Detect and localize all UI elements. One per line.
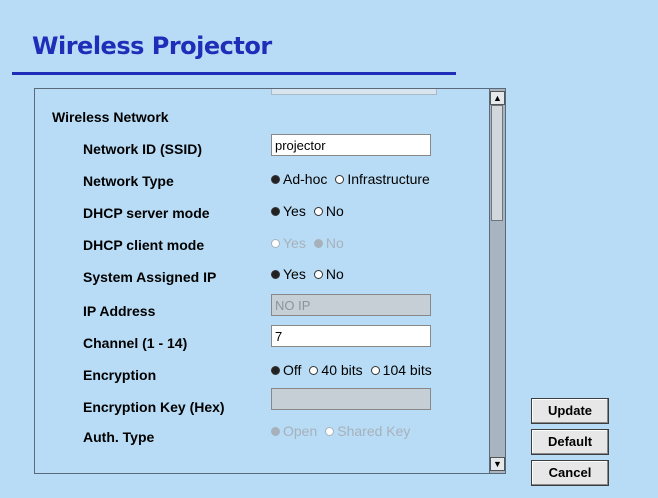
radio-unchecked-icon bbox=[309, 365, 319, 375]
default-button[interactable]: Default bbox=[531, 429, 609, 455]
network-type-adhoc-radio[interactable]: Ad-hoc bbox=[271, 171, 327, 187]
radio-unchecked-icon bbox=[313, 269, 323, 279]
system-ip-yes-radio[interactable]: Yes bbox=[271, 266, 306, 282]
radio-checked-icon bbox=[271, 426, 280, 436]
title-underline bbox=[12, 72, 456, 75]
update-button[interactable]: Update bbox=[531, 398, 609, 424]
ip-address-label: IP Address bbox=[83, 303, 156, 319]
radio-checked-icon bbox=[313, 238, 323, 248]
arrow-up-icon[interactable]: ▲ bbox=[490, 91, 505, 105]
radio-unchecked-icon bbox=[325, 426, 335, 436]
radio-checked-icon bbox=[271, 269, 280, 279]
section-heading: Wireless Network bbox=[52, 109, 169, 125]
radio-unchecked-icon bbox=[313, 206, 323, 216]
encryption-off-radio[interactable]: Off bbox=[271, 362, 301, 378]
page-title: Wireless Projector bbox=[32, 32, 272, 60]
radio-checked-icon bbox=[271, 365, 280, 375]
dhcp-client-label: DHCP client mode bbox=[83, 237, 205, 253]
encryption-104bits-radio[interactable]: 104 bits bbox=[370, 362, 432, 378]
system-ip-no-radio[interactable]: No bbox=[313, 266, 344, 282]
vertical-scrollbar[interactable]: ▲ ▼ bbox=[489, 89, 505, 473]
ssid-input[interactable] bbox=[271, 134, 431, 156]
channel-label: Channel (1 - 14) bbox=[83, 335, 188, 351]
encryption-key-input bbox=[271, 388, 431, 410]
encryption-label: Encryption bbox=[83, 367, 157, 383]
auth-type-radio-group: Open Shared Key bbox=[271, 423, 410, 439]
encryption-key-label: Encryption Key (Hex) bbox=[83, 399, 225, 415]
radio-unchecked-icon bbox=[271, 238, 280, 248]
auth-type-label: Auth. Type bbox=[83, 429, 155, 445]
dhcp-server-no-radio[interactable]: No bbox=[313, 203, 344, 219]
settings-panel: Wireless Network Network ID (SSID) Netwo… bbox=[34, 88, 506, 474]
network-type-infrastructure-radio[interactable]: Infrastructure bbox=[335, 171, 430, 187]
channel-input[interactable] bbox=[271, 325, 431, 347]
dhcp-client-radio-group: Yes No bbox=[271, 235, 344, 251]
ip-address-input bbox=[271, 294, 431, 316]
radio-checked-icon bbox=[271, 174, 280, 184]
dhcp-server-label: DHCP server mode bbox=[83, 205, 210, 221]
dhcp-client-yes-radio: Yes bbox=[271, 235, 306, 251]
radio-unchecked-icon bbox=[335, 174, 345, 184]
network-type-label: Network Type bbox=[83, 173, 174, 189]
dhcp-server-yes-radio[interactable]: Yes bbox=[271, 203, 306, 219]
scrollbar-thumb[interactable] bbox=[491, 105, 503, 221]
dhcp-server-radio-group: Yes No bbox=[271, 203, 344, 219]
auth-type-shared-key-radio: Shared Key bbox=[325, 423, 410, 439]
network-type-radio-group: Ad-hoc Infrastructure bbox=[271, 171, 430, 187]
radio-checked-icon bbox=[271, 206, 280, 216]
radio-unchecked-icon bbox=[370, 365, 380, 375]
system-ip-label: System Assigned IP bbox=[83, 269, 217, 285]
scrolled-field-edge bbox=[271, 89, 437, 95]
auth-type-open-radio: Open bbox=[271, 423, 317, 439]
cancel-button[interactable]: Cancel bbox=[531, 460, 609, 486]
arrow-down-icon[interactable]: ▼ bbox=[490, 457, 505, 471]
encryption-40bits-radio[interactable]: 40 bits bbox=[309, 362, 363, 378]
ssid-label: Network ID (SSID) bbox=[83, 141, 203, 157]
dhcp-client-no-radio: No bbox=[313, 235, 344, 251]
encryption-radio-group: Off 40 bits 104 bits bbox=[271, 362, 432, 378]
system-ip-radio-group: Yes No bbox=[271, 266, 344, 282]
